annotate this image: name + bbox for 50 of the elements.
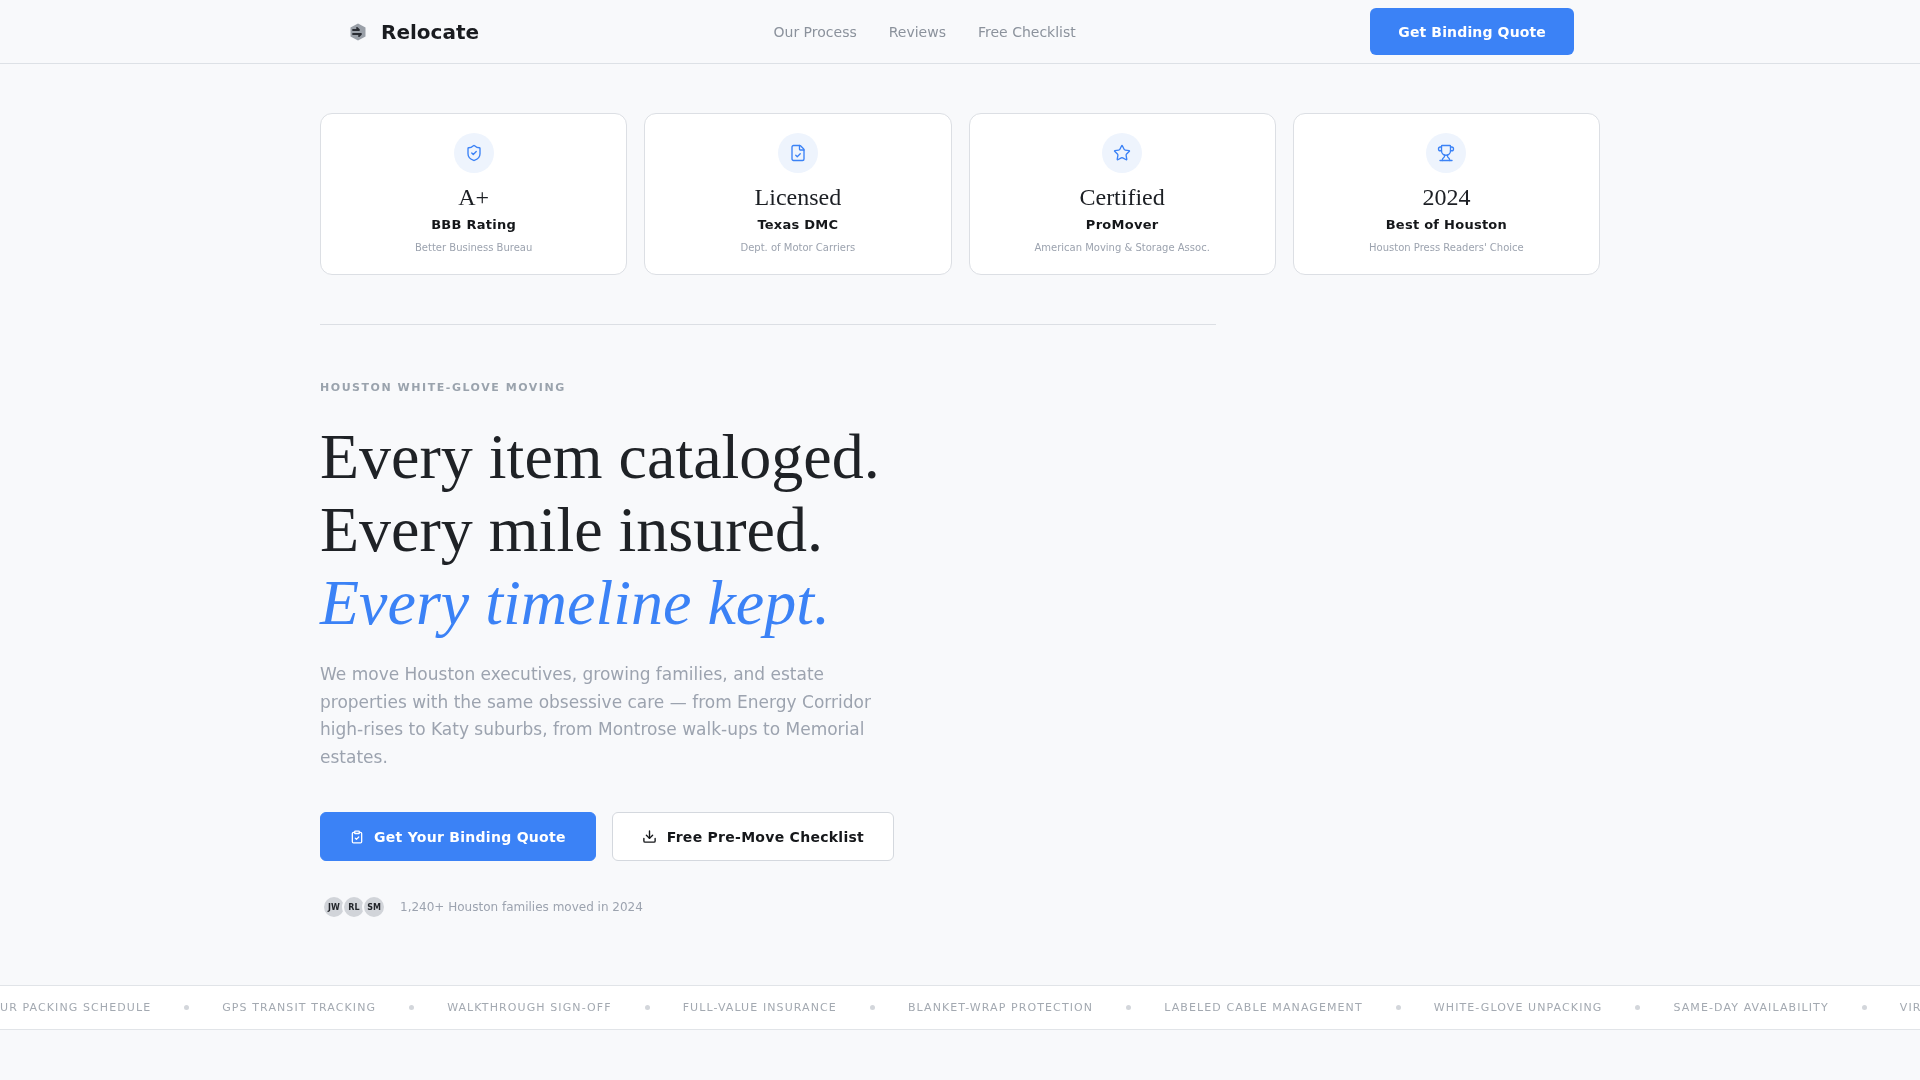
shield-check-icon: [453, 133, 494, 173]
nav-link[interactable]: Free Checklist: [978, 21, 1076, 42]
logo-icon: [348, 21, 368, 42]
dot-icon: [1861, 1005, 1867, 1011]
clipboard-check-icon: [350, 829, 364, 844]
brand-name: Relocate: [381, 19, 480, 44]
dot-icon: [1635, 1005, 1641, 1011]
ticker-item: GPS TRANSIT TRACKING: [222, 999, 377, 1016]
headline-text: Every timeline kept.: [320, 566, 830, 639]
social-proof-text: 1,240+ Houston families moved in 2024: [400, 899, 643, 916]
ticker-item: WHITE-GLOVE UNPACKING: [1433, 999, 1603, 1016]
credential-source: Houston Press Readers' Choice: [1369, 241, 1524, 255]
credential-value: Licensed: [754, 183, 842, 212]
credential-title: BBB Rating: [431, 216, 517, 234]
dot-icon: [1395, 1005, 1401, 1011]
credential-source: Dept. of Motor Carriers: [740, 241, 856, 255]
binding-quote-button[interactable]: Get Your Binding Quote: [320, 812, 596, 862]
headline-text: Every item cataloged.: [320, 420, 880, 493]
binding-quote-button[interactable]: Get Binding Quote: [1370, 8, 1574, 55]
ticker-item: UR PACKING SCHEDULE: [0, 999, 152, 1016]
checklist-download-button[interactable]: Free Pre-Move Checklist: [611, 812, 895, 862]
credential-title: ProMover: [1085, 216, 1159, 234]
credential-source: American Moving & Storage Assoc.: [1034, 241, 1210, 255]
document-check-icon: [777, 133, 818, 173]
eyebrow-text: HOUSTON WHITE-GLOVE MOVING: [320, 380, 567, 396]
dot-icon: [184, 1005, 190, 1011]
dot-icon: [869, 1005, 875, 1011]
download-icon: [641, 829, 657, 845]
nav-link[interactable]: Reviews: [888, 21, 946, 42]
credential-value: A+: [458, 183, 490, 212]
ticker-item: SAME-DAY AVAILABILITY: [1673, 999, 1829, 1016]
ticker-item: WALKTHROUGH SIGN-OFF: [447, 999, 612, 1016]
credential-title: Best of Houston: [1385, 216, 1508, 234]
dot-icon: [1126, 1005, 1132, 1011]
credential-value: 2024: [1422, 183, 1471, 212]
nav-link[interactable]: Our Process: [773, 21, 857, 42]
avatar: RL: [342, 895, 366, 920]
dot-icon: [409, 1005, 415, 1011]
intro-paragraph: We move Houston executives, growing families, and estate properties with the same obsessive care — from Energy Corridor high-rises to Katy suburbs, from Montrose walk-ups to Memorial estates.: [320, 663, 872, 769]
ticker-item: BLANKET-WRAP PROTECTION: [907, 999, 1094, 1016]
avatar: JW: [322, 895, 346, 920]
credential-value: Certified: [1079, 183, 1165, 212]
ticker-item: FULL-VALUE INSURANCE: [682, 999, 837, 1016]
trophy-icon: [1426, 133, 1467, 173]
headline-text: Every mile insured.: [320, 493, 823, 566]
credential-title: Texas DMC: [757, 216, 839, 234]
ticker-item: LABELED CABLE MANAGEMENT: [1164, 999, 1363, 1016]
credential-source: Better Business Bureau: [415, 241, 533, 255]
avatar: SM: [362, 895, 386, 920]
dot-icon: [644, 1005, 650, 1011]
